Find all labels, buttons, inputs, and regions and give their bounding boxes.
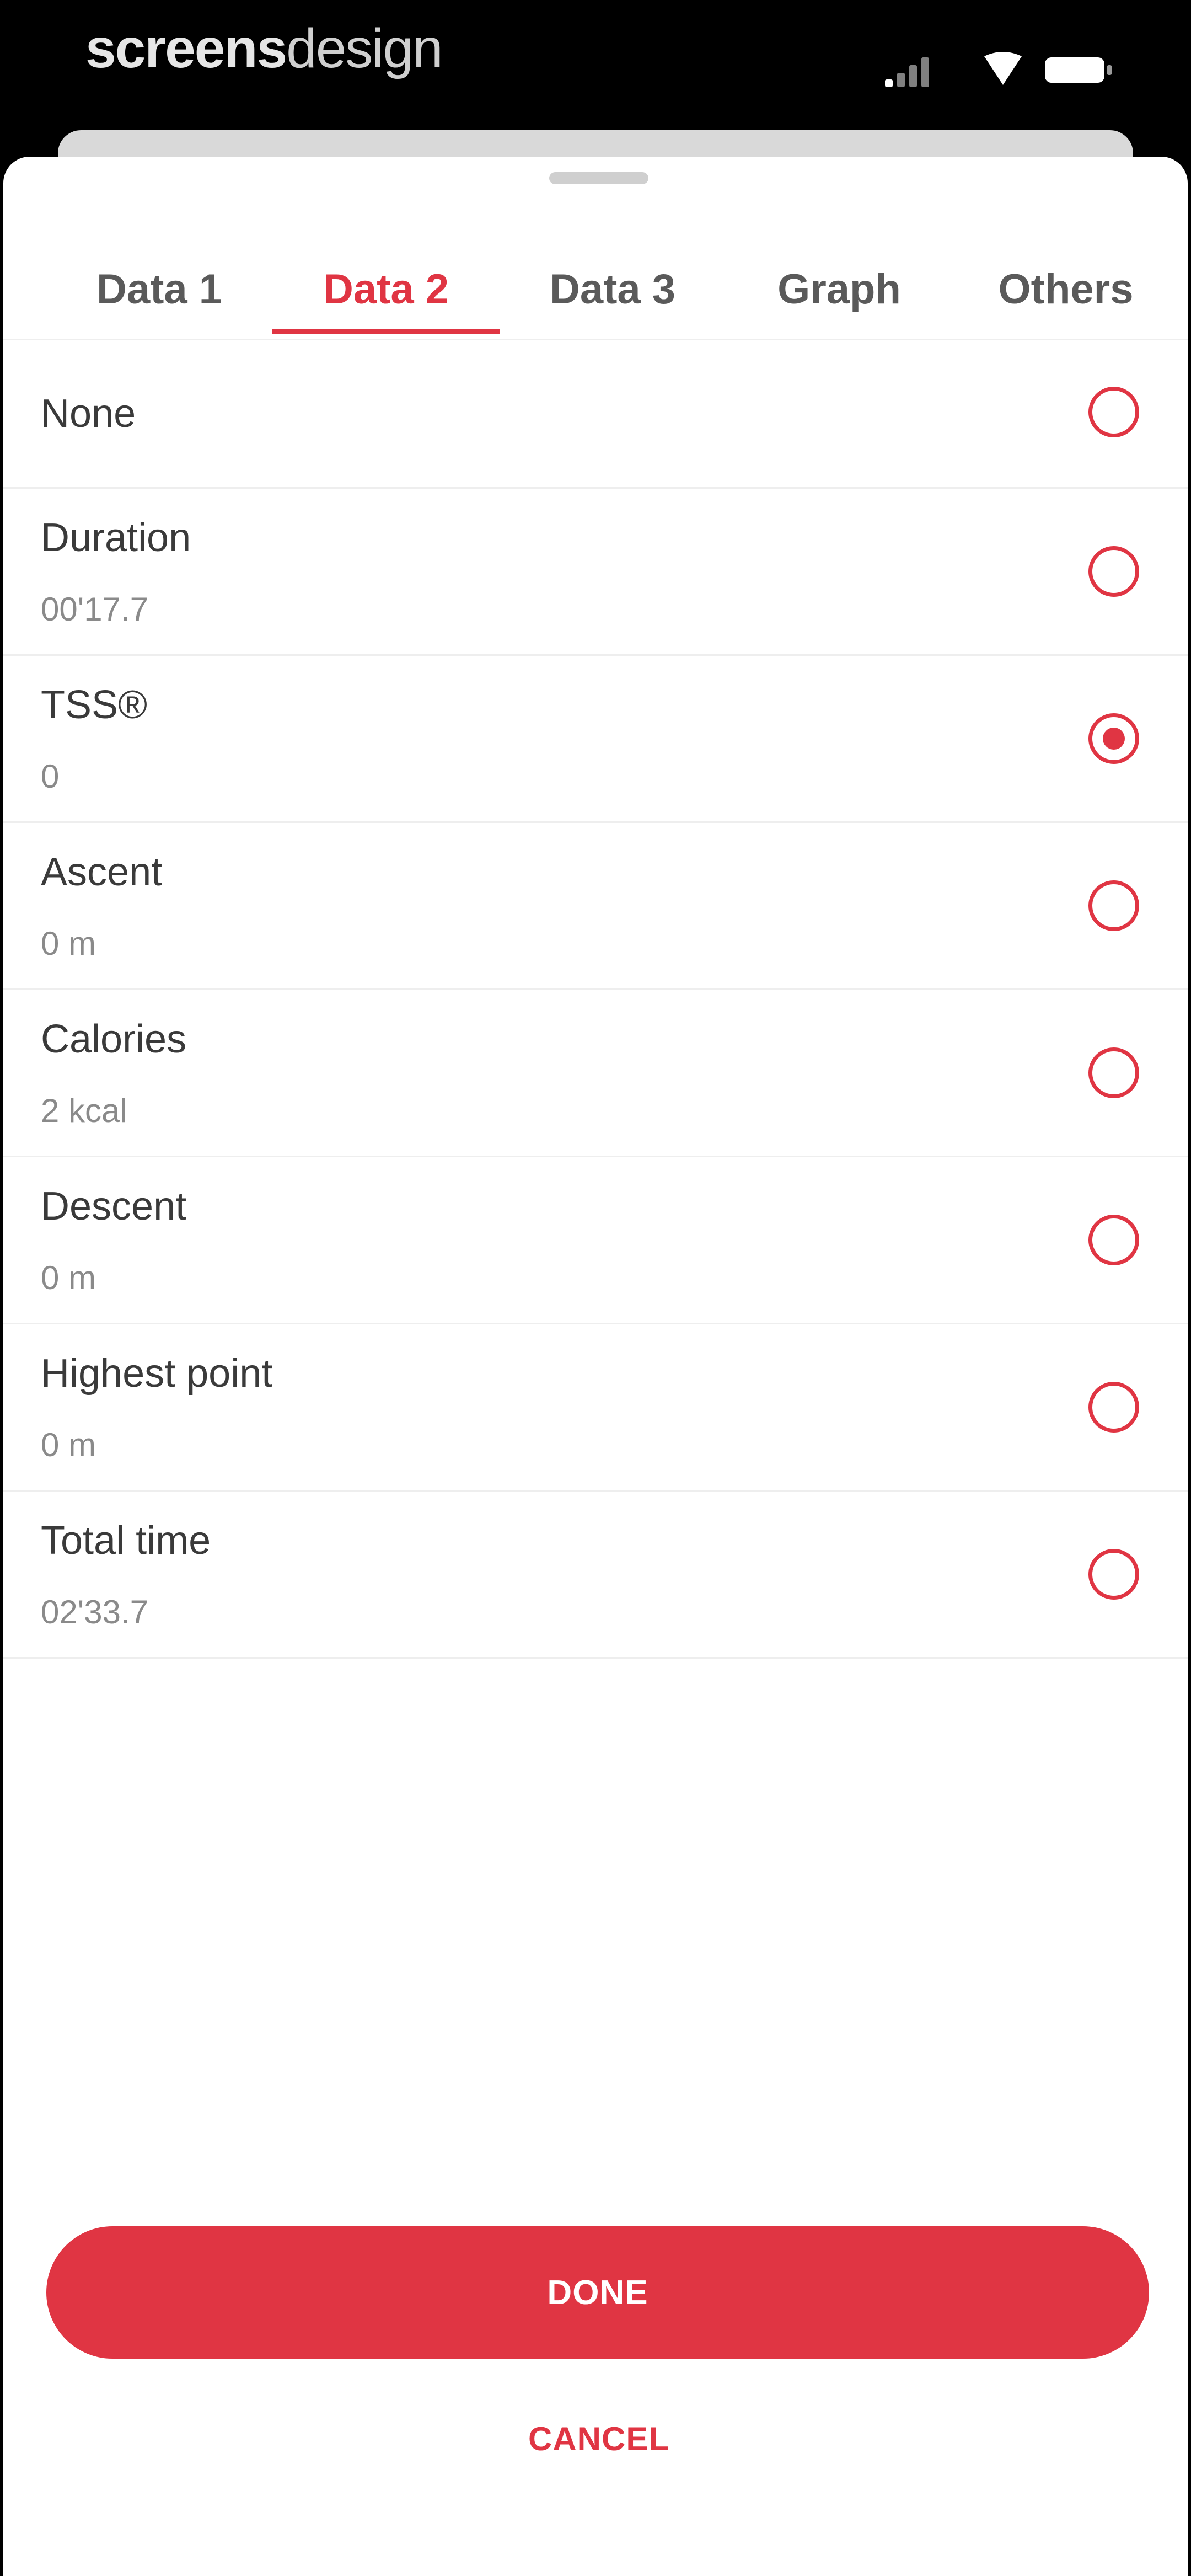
radio-button[interactable] bbox=[1088, 1215, 1139, 1265]
radio-button[interactable] bbox=[1088, 1549, 1139, 1600]
option-label: Ascent bbox=[41, 850, 163, 894]
cancel-button[interactable]: CANCEL bbox=[433, 2392, 764, 2486]
tab-data-1[interactable]: Data 1 bbox=[46, 222, 272, 340]
option-value: 0 m bbox=[41, 1426, 96, 1463]
option-row-highest-point[interactable]: Highest point 0 m bbox=[3, 1324, 1188, 1492]
tab-graph[interactable]: Graph bbox=[726, 222, 952, 340]
option-row-descent[interactable]: Descent 0 m bbox=[3, 1157, 1188, 1324]
brand-watermark: screensdesign bbox=[85, 18, 443, 79]
active-tab-indicator bbox=[272, 329, 500, 334]
bottom-sheet: Data 1 Data 2 Data 3 Graph Others None D… bbox=[3, 157, 1188, 2576]
brand-bold: screens bbox=[85, 18, 287, 79]
tab-data-3[interactable]: Data 3 bbox=[500, 222, 726, 340]
option-row-none[interactable]: None bbox=[3, 340, 1188, 489]
option-row-ascent[interactable]: Ascent 0 m bbox=[3, 823, 1188, 990]
status-icons bbox=[885, 51, 1117, 89]
radio-button[interactable] bbox=[1088, 1382, 1139, 1433]
done-button[interactable]: DONE bbox=[46, 2226, 1149, 2359]
tab-bar: Data 1 Data 2 Data 3 Graph Others bbox=[3, 222, 1188, 340]
radio-button[interactable] bbox=[1088, 546, 1139, 597]
radio-button[interactable] bbox=[1088, 880, 1139, 931]
option-value: 2 kcal bbox=[41, 1092, 127, 1129]
signal-icon bbox=[885, 57, 929, 87]
option-value: 00'17.7 bbox=[41, 591, 148, 628]
radio-button[interactable] bbox=[1088, 1047, 1139, 1098]
data-option-list: None Duration 00'17.7 TSS® 0 Ascent 0 m … bbox=[3, 340, 1188, 1659]
option-row-total-time[interactable]: Total time 02'33.7 bbox=[3, 1492, 1188, 1659]
option-value: 02'33.7 bbox=[41, 1594, 148, 1631]
tab-data-2[interactable]: Data 2 bbox=[273, 222, 499, 340]
option-row-calories[interactable]: Calories 2 kcal bbox=[3, 990, 1188, 1157]
option-value: 0 m bbox=[41, 1259, 96, 1296]
option-label: Descent bbox=[41, 1184, 187, 1228]
option-label: Total time bbox=[41, 1519, 211, 1563]
brand-light: design bbox=[286, 18, 443, 79]
tab-others[interactable]: Others bbox=[953, 222, 1179, 340]
option-value: 0 m bbox=[41, 925, 96, 962]
option-label: None bbox=[41, 392, 136, 436]
wifi-icon bbox=[984, 52, 1022, 85]
option-label: Duration bbox=[41, 516, 191, 560]
option-label: Highest point bbox=[41, 1351, 273, 1396]
sheet-grabber-handle[interactable] bbox=[549, 172, 648, 184]
radio-button[interactable] bbox=[1088, 387, 1139, 437]
status-bar: screensdesign bbox=[0, 0, 1191, 132]
battery-icon bbox=[1045, 57, 1112, 83]
option-value: 0 bbox=[41, 758, 60, 795]
radio-button-selected[interactable] bbox=[1088, 713, 1139, 764]
option-label: TSS® bbox=[41, 683, 148, 727]
option-label: Calories bbox=[41, 1017, 187, 1061]
option-row-duration[interactable]: Duration 00'17.7 bbox=[3, 489, 1188, 656]
option-row-tss[interactable]: TSS® 0 bbox=[3, 656, 1188, 823]
